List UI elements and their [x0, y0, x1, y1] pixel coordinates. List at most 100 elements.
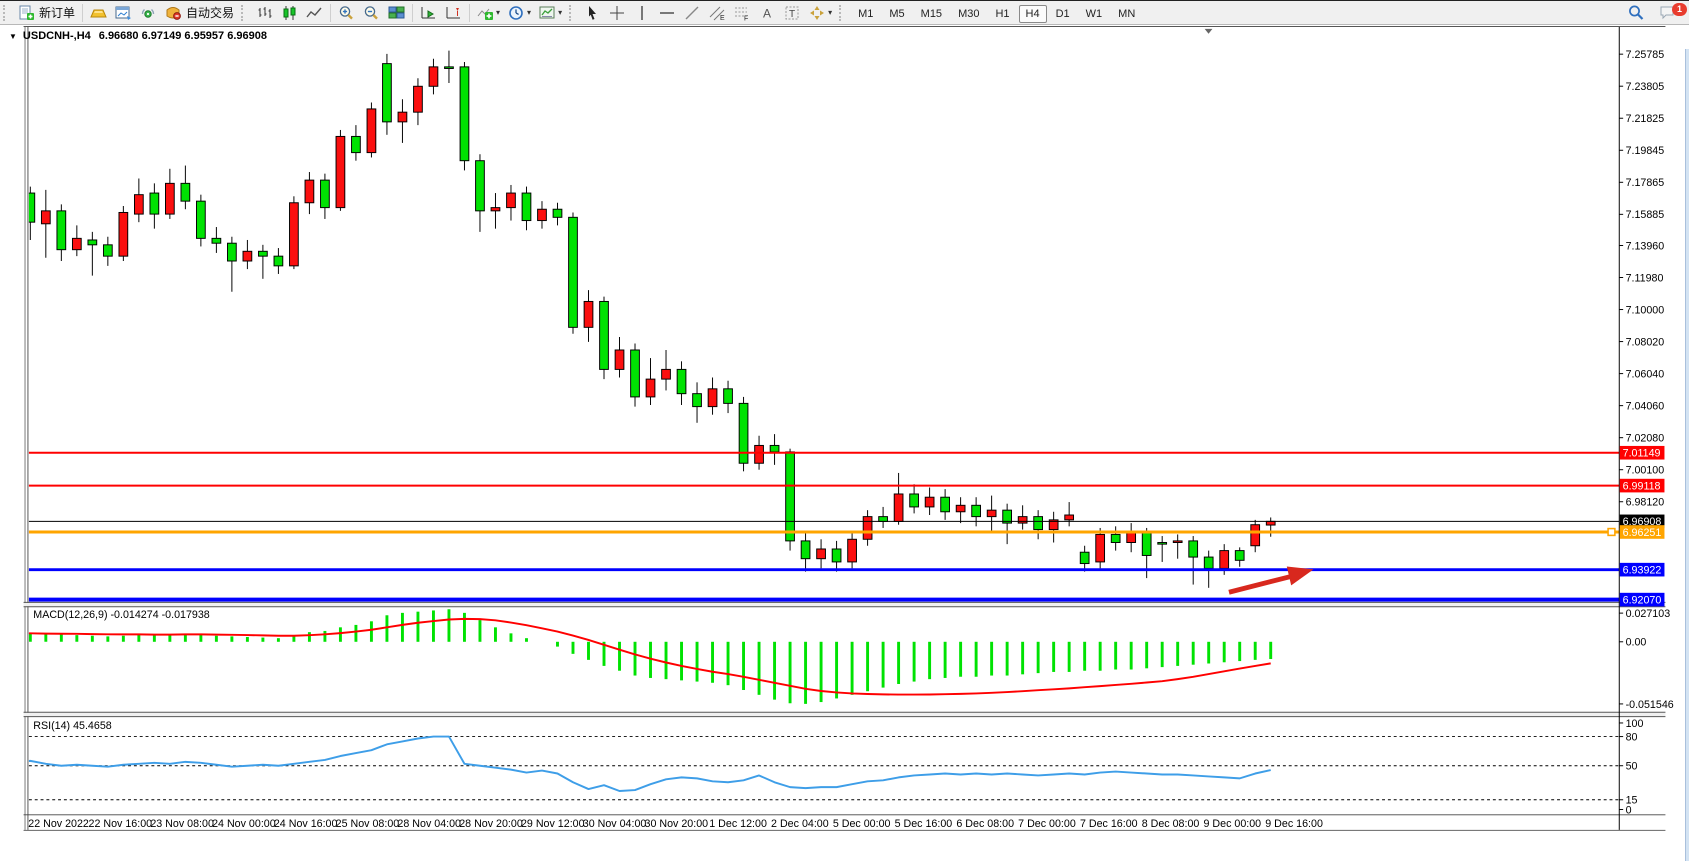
price-axis-label: 7.04060 — [1626, 401, 1665, 413]
price-axis-label: 7.23805 — [1626, 81, 1665, 93]
candle-body — [1080, 552, 1089, 563]
search-button[interactable] — [1623, 1, 1649, 24]
time-axis-label: 5 Dec 16:00 — [895, 818, 953, 830]
candle-body — [212, 238, 221, 243]
signals-button[interactable] — [136, 1, 161, 24]
candle-body — [894, 494, 903, 522]
cursor-tool-button[interactable] — [580, 1, 605, 24]
channel-tool-button[interactable]: E — [705, 1, 730, 24]
macd-axis-label: 0.00 — [1626, 637, 1647, 649]
timeframe-button-d1[interactable]: D1 — [1049, 5, 1077, 23]
candlestick-chart-icon — [281, 5, 298, 21]
candle-body — [1251, 525, 1260, 546]
time-axis-label: 25 Nov 08:00 — [336, 818, 400, 830]
text-label-tool-button[interactable]: T — [780, 1, 805, 24]
zoom-in-button[interactable] — [334, 1, 359, 24]
candle-body — [786, 452, 795, 541]
zoom-out-button[interactable] — [359, 1, 384, 24]
toolbar-drag-handle[interactable] — [241, 5, 248, 21]
timeframe-button-m1[interactable]: M1 — [851, 5, 880, 23]
timeframe-button-m5[interactable]: M5 — [882, 5, 911, 23]
chart-window-button[interactable] — [111, 1, 136, 24]
arrows-tool-button[interactable]: ▾ — [805, 1, 836, 24]
collapse-triangle-icon[interactable]: ▼ — [9, 32, 17, 41]
auto-scroll-button[interactable] — [416, 1, 441, 24]
toolbar-drag-handle[interactable] — [839, 5, 846, 21]
chart-shift-button[interactable] — [441, 1, 466, 24]
toolbar: 新订单 自动交易 — [0, 1, 1689, 25]
candle-body — [336, 136, 345, 207]
hline-drag-handle[interactable] — [1608, 529, 1615, 536]
dropdown-arrow-icon: ▾ — [527, 8, 531, 17]
tile-windows-button[interactable] — [384, 1, 409, 24]
timeframe-button-h1[interactable]: H1 — [988, 5, 1016, 23]
autotrading-button[interactable]: 自动交易 — [161, 1, 238, 24]
candle-body — [941, 497, 950, 512]
candle-body — [1235, 551, 1244, 561]
tile-windows-icon — [388, 5, 405, 21]
fibonacci-tool-button[interactable]: F — [730, 1, 755, 24]
price-axis-label: 7.06040 — [1626, 368, 1665, 380]
candlestick-chart-button[interactable] — [277, 1, 302, 24]
search-icon — [1627, 4, 1645, 21]
time-axis-label: 24 Nov 16:00 — [274, 818, 338, 830]
dropdown-arrow-icon: ▾ — [496, 8, 500, 17]
toolbar-drag-handle[interactable] — [3, 5, 10, 21]
gold-button[interactable] — [86, 1, 111, 24]
notifications-button[interactable]: 1 — [1655, 1, 1681, 24]
time-axis-label: 7 Dec 00:00 — [1018, 818, 1076, 830]
candle-body — [817, 549, 826, 559]
chart-canvas[interactable]: MACD(12,26,9) -0.014274 -0.017938RSI(14)… — [0, 25, 1689, 861]
toolbar-drag-handle[interactable] — [569, 5, 576, 21]
toolbar-separator — [330, 4, 331, 22]
bar-chart-button[interactable] — [252, 1, 277, 24]
candle-body — [491, 208, 500, 211]
candle-body — [414, 86, 423, 112]
candle-body — [305, 180, 314, 203]
timeframe-button-h4[interactable]: H4 — [1019, 5, 1047, 23]
candle-body — [150, 193, 159, 214]
cursor-icon — [584, 5, 601, 21]
candle-body — [522, 193, 531, 221]
crosshair-tool-button[interactable] — [605, 1, 630, 24]
trendline-tool-button[interactable] — [680, 1, 705, 24]
price-axis-label: 7.21825 — [1626, 113, 1665, 125]
text-tool-button[interactable]: A — [755, 1, 780, 24]
window-right-frame — [1685, 49, 1689, 861]
periods-button[interactable]: ▾ — [504, 1, 535, 24]
chart-symbol-period: USDCNH-,H4 — [23, 30, 91, 42]
panel-splitter[interactable] — [24, 603, 1666, 606]
panel-splitter[interactable] — [24, 713, 1666, 716]
candle-body — [88, 240, 97, 245]
mt4-application: 新订单 自动交易 — [0, 0, 1689, 861]
timeframe-button-m15[interactable]: M15 — [914, 5, 949, 23]
new-order-button[interactable]: 新订单 — [14, 1, 79, 24]
candle-body — [755, 445, 764, 463]
timeframe-button-mn[interactable]: MN — [1111, 5, 1142, 23]
time-axis-label: 7 Dec 16:00 — [1080, 818, 1138, 830]
indicators-button[interactable]: ▾ — [473, 1, 504, 24]
chart-window-icon — [115, 5, 132, 21]
timeframe-buttons: M1M5M15M30H1H4D1W1MN — [850, 6, 1143, 20]
candle-body — [1127, 533, 1136, 543]
candle-body — [367, 109, 376, 153]
price-axis-label: 7.11980 — [1626, 272, 1664, 284]
timeframe-button-m30[interactable]: M30 — [951, 5, 986, 23]
price-axis-label: 7.00100 — [1626, 465, 1665, 477]
zoom-out-icon — [363, 5, 380, 21]
rsi-axis-label: 0 — [1626, 804, 1632, 816]
price-axis-label: 6.98120 — [1626, 497, 1665, 509]
candle-body — [538, 209, 547, 220]
fibonacci-icon: F — [734, 5, 751, 21]
svg-text:E: E — [720, 15, 725, 21]
vertical-line-tool-button[interactable] — [630, 1, 655, 24]
line-chart-button[interactable] — [302, 1, 327, 24]
horizontal-line-tool-button[interactable] — [655, 1, 680, 24]
candle-body — [398, 112, 407, 122]
candle-body — [569, 217, 578, 327]
candle-body — [987, 510, 996, 516]
candle-body — [1158, 543, 1167, 545]
timeframe-button-w1[interactable]: W1 — [1079, 5, 1110, 23]
candle-body — [724, 389, 733, 404]
templates-button[interactable]: ▾ — [535, 1, 566, 24]
